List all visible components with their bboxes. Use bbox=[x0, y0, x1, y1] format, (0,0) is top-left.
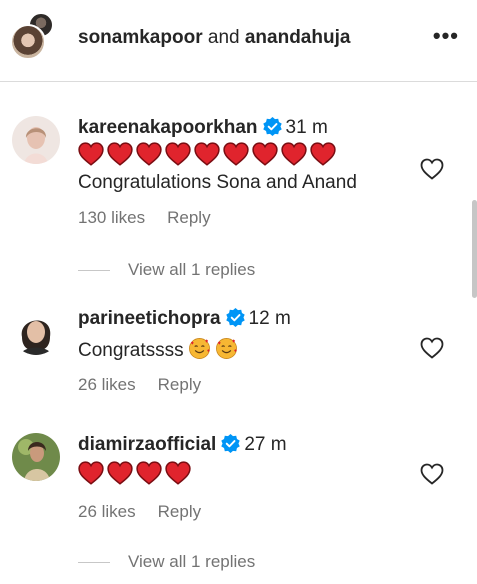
like-heart-icon[interactable] bbox=[420, 337, 444, 359]
comment-username[interactable]: parineetichopra bbox=[78, 308, 221, 329]
red-heart-icon bbox=[281, 142, 307, 166]
comment-hearts bbox=[78, 461, 191, 493]
heart-emojis bbox=[78, 461, 191, 485]
likes-count[interactable]: 130 likes bbox=[78, 208, 145, 227]
avatar[interactable] bbox=[12, 307, 60, 355]
red-heart-icon bbox=[223, 142, 249, 166]
header-joiner: and bbox=[202, 27, 245, 48]
view-replies-label[interactable]: View all 1 replies bbox=[128, 260, 255, 279]
comment-time: 31 m bbox=[285, 117, 328, 138]
comment-text: Congratssss bbox=[78, 340, 184, 361]
verified-badge-icon bbox=[221, 434, 241, 453]
red-heart-icon bbox=[165, 142, 191, 166]
scrollbar-thumb[interactable] bbox=[472, 200, 477, 298]
red-heart-icon bbox=[194, 142, 220, 166]
red-heart-icon bbox=[165, 461, 191, 485]
replies-divider bbox=[78, 270, 110, 272]
view-replies-button[interactable]: View all 1 replies bbox=[78, 259, 255, 281]
avatar[interactable] bbox=[12, 116, 60, 164]
avatar[interactable] bbox=[12, 433, 60, 481]
comment-meta: 26 likes Reply bbox=[78, 501, 201, 523]
smiling-face-with-hearts-icon bbox=[215, 338, 237, 359]
post-header: sonamkapoor and anandahuja ••• bbox=[0, 0, 477, 82]
comment-username[interactable]: kareenakapoorkhan bbox=[78, 117, 258, 138]
header-user-sonamkapoor[interactable]: sonamkapoor bbox=[78, 27, 203, 48]
comment-username[interactable]: diamirzaofficial bbox=[78, 434, 216, 455]
avatar-sonamkapoor[interactable] bbox=[10, 24, 46, 60]
view-replies-label[interactable]: View all 1 replies bbox=[128, 552, 255, 571]
reply-button[interactable]: Reply bbox=[158, 502, 201, 521]
reply-button[interactable]: Reply bbox=[158, 375, 201, 394]
red-heart-icon bbox=[310, 142, 336, 166]
replies-divider bbox=[78, 562, 110, 564]
red-heart-icon bbox=[136, 142, 162, 166]
header-user-anandahuja[interactable]: anandahuja bbox=[245, 27, 351, 48]
verified-badge-icon bbox=[262, 117, 282, 136]
red-heart-icon bbox=[78, 461, 104, 485]
like-heart-icon[interactable] bbox=[420, 463, 444, 485]
likes-count[interactable]: 26 likes bbox=[78, 375, 136, 394]
header-title: sonamkapoor and anandahuja bbox=[78, 26, 350, 50]
heart-emojis bbox=[78, 142, 336, 166]
comment-text-row: Congratssss bbox=[78, 337, 238, 364]
comment-header: diamirzaofficial 27 m bbox=[78, 433, 287, 457]
likes-count[interactable]: 26 likes bbox=[78, 502, 136, 521]
comment-meta: 130 likes Reply bbox=[78, 207, 211, 229]
red-heart-icon bbox=[107, 461, 133, 485]
more-options-icon[interactable]: ••• bbox=[433, 24, 459, 48]
like-heart-icon[interactable] bbox=[420, 158, 444, 180]
red-heart-icon bbox=[136, 461, 162, 485]
comment-header: kareenakapoorkhan 31 m bbox=[78, 116, 328, 140]
red-heart-icon bbox=[78, 142, 104, 166]
comment-time: 27 m bbox=[244, 434, 287, 455]
view-replies-button[interactable]: View all 1 replies bbox=[78, 551, 255, 573]
collab-avatars[interactable] bbox=[10, 12, 58, 62]
verified-badge-icon bbox=[225, 308, 245, 327]
reply-button[interactable]: Reply bbox=[167, 208, 210, 227]
comment-time: 12 m bbox=[248, 308, 291, 329]
comment-text: Congratulations Sona and Anand bbox=[78, 172, 357, 193]
red-heart-icon bbox=[252, 142, 278, 166]
comment-meta: 26 likes Reply bbox=[78, 374, 201, 396]
red-heart-icon bbox=[107, 142, 133, 166]
smiling-face-with-hearts-icon bbox=[188, 338, 210, 359]
comment-header: parineetichopra 12 m bbox=[78, 307, 291, 331]
